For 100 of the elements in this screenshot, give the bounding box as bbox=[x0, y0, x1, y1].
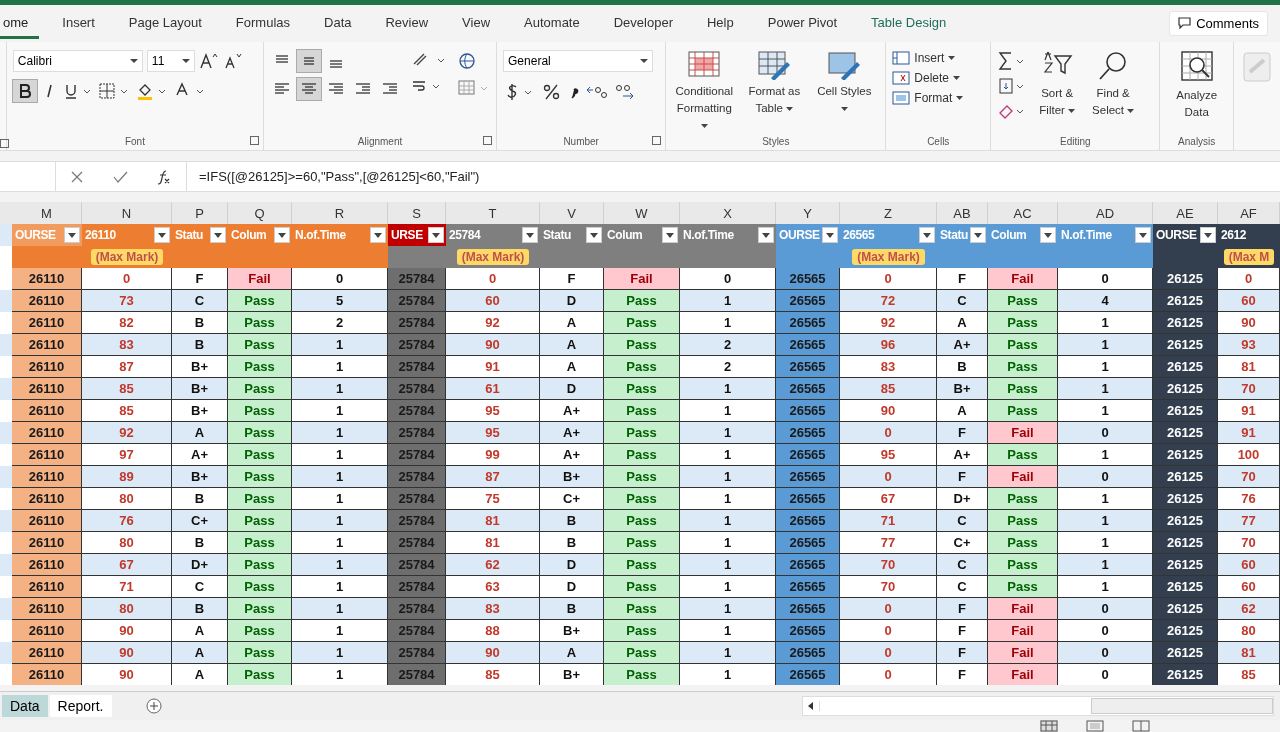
table-cell: C bbox=[937, 290, 988, 313]
editing-button[interactable]: Sort & Filter bbox=[1031, 49, 1084, 122]
table-cell: 1 bbox=[292, 356, 388, 379]
ribbon-tab[interactable]: Table Design bbox=[860, 7, 958, 40]
cells-button[interactable]: Format bbox=[892, 89, 985, 106]
styles-button[interactable]: Conditional Formatting bbox=[672, 49, 737, 134]
font-name-field[interactable]: Calibri bbox=[12, 49, 143, 72]
formula-field[interactable]: =IFS([@26125]>=60,"Pass",[@26125]<60,"Fail") bbox=[187, 169, 480, 184]
column-letter[interactable]: R bbox=[292, 202, 388, 225]
column-letter[interactable]: W bbox=[604, 202, 680, 225]
ribbon-tab[interactable]: Page Layout bbox=[117, 7, 213, 40]
table-cell: 26565 bbox=[776, 334, 840, 357]
column-letter[interactable]: Q bbox=[228, 202, 292, 225]
editing-button[interactable]: Find & Select bbox=[1087, 49, 1140, 122]
ribbon-tab[interactable]: Insert bbox=[51, 7, 106, 40]
column-letter[interactable]: M bbox=[12, 202, 82, 225]
table-cell: 88 bbox=[446, 620, 540, 643]
result-cell: Pass bbox=[228, 554, 292, 577]
sheet-tab[interactable]: Report. bbox=[49, 695, 112, 717]
table-cell: C+ bbox=[937, 532, 988, 555]
table-cell: F bbox=[937, 642, 988, 665]
ribbon-tab[interactable]: ome bbox=[0, 7, 40, 40]
table-cell: B bbox=[172, 488, 228, 511]
ribbon-tab[interactable]: Formulas bbox=[224, 7, 301, 40]
ribbon-tab[interactable]: Data bbox=[313, 7, 363, 40]
table-cell: 26110 bbox=[12, 334, 82, 357]
table-cell: 62 bbox=[446, 554, 540, 577]
table-cell: B+ bbox=[540, 466, 604, 489]
column-letter[interactable]: T bbox=[446, 202, 540, 225]
table-cell: 70 bbox=[1218, 466, 1280, 489]
ribbon-tab[interactable]: Power Pivot bbox=[756, 7, 849, 40]
table-cell: 83 bbox=[446, 598, 540, 621]
table-cell: 63 bbox=[446, 576, 540, 599]
table-cell: A bbox=[540, 312, 604, 335]
table-cell: 85 bbox=[82, 378, 172, 401]
table-cell: 26565 bbox=[776, 664, 840, 686]
column-letter[interactable]: AE bbox=[1153, 202, 1218, 225]
table-cell: A+ bbox=[540, 400, 604, 423]
table-cell: 92 bbox=[840, 312, 937, 335]
column-letter[interactable]: AD bbox=[1058, 202, 1153, 225]
ribbon-tab[interactable]: View bbox=[451, 7, 502, 40]
table-cell: 26125 bbox=[1153, 664, 1218, 686]
result-cell: Pass bbox=[604, 378, 680, 401]
column-letter[interactable]: AB bbox=[937, 202, 988, 225]
table-cell: 1 bbox=[1058, 488, 1153, 511]
column-letter[interactable]: AF bbox=[1218, 202, 1280, 225]
cells-button[interactable]: Delete bbox=[892, 69, 985, 86]
ribbon-tab[interactable]: Help bbox=[696, 7, 745, 40]
result-cell: Pass bbox=[604, 356, 680, 379]
table-cell: 25784 bbox=[388, 620, 446, 643]
ribbon-tab[interactable]: Automate bbox=[513, 7, 591, 40]
column-letter[interactable]: P bbox=[172, 202, 228, 225]
group-label: Font bbox=[124, 135, 145, 147]
column-letter[interactable]: Y bbox=[776, 202, 840, 225]
table-cell: 77 bbox=[840, 532, 937, 555]
sheet-tab[interactable]: Data bbox=[2, 695, 48, 717]
table-cell: A bbox=[540, 334, 604, 357]
table-cell: A bbox=[172, 620, 228, 643]
table-cell: 26110 bbox=[12, 422, 82, 445]
table-cell: 90 bbox=[446, 642, 540, 665]
ribbon-tab[interactable]: Developer bbox=[602, 7, 684, 40]
number-format-field[interactable]: General bbox=[503, 49, 654, 72]
styles-button[interactable]: Format as Table bbox=[742, 49, 807, 134]
column-letter[interactable]: N bbox=[82, 202, 172, 225]
result-cell: Fail bbox=[604, 268, 680, 291]
table-cell: 60 bbox=[1218, 290, 1280, 313]
cells-button[interactable]: Insert bbox=[892, 49, 985, 66]
table-cell: 25784 bbox=[388, 532, 446, 555]
column-letter[interactable]: V bbox=[540, 202, 604, 225]
ribbon-tab[interactable]: Review bbox=[374, 7, 440, 40]
result-cell: Pass bbox=[988, 400, 1058, 423]
table-cell: 26125 bbox=[1153, 378, 1218, 401]
header-label: OURSE bbox=[1156, 228, 1197, 243]
font-size-field[interactable]: 11 bbox=[146, 49, 195, 72]
table-cell: 1 bbox=[292, 466, 388, 489]
result-cell: Pass bbox=[604, 312, 680, 335]
group-label: Alignment bbox=[357, 135, 403, 147]
table-cell: 1 bbox=[292, 378, 388, 401]
table-cell: 26110 bbox=[12, 378, 82, 401]
column-letter[interactable]: AC bbox=[988, 202, 1058, 225]
header-label: URSE bbox=[391, 228, 423, 243]
group-label: Number bbox=[563, 135, 599, 147]
column-letter[interactable]: Z bbox=[840, 202, 937, 225]
table-cell: 0 bbox=[1058, 598, 1153, 621]
analyze-data-button[interactable]: Analyze Data bbox=[1170, 49, 1223, 121]
table-cell: 0 bbox=[1058, 422, 1153, 445]
styles-button[interactable]: Cell Styles bbox=[812, 49, 877, 134]
table-cell: 90 bbox=[446, 334, 540, 357]
comments-button[interactable]: Comments bbox=[1169, 10, 1268, 36]
table-cell: 0 bbox=[840, 268, 937, 291]
table-cell: 96 bbox=[840, 334, 937, 357]
table-cell: 83 bbox=[82, 334, 172, 357]
table-cell: 1 bbox=[680, 466, 776, 489]
table-cell: 0 bbox=[1058, 466, 1153, 489]
column-letter[interactable]: S bbox=[388, 202, 446, 225]
result-cell: Pass bbox=[604, 334, 680, 357]
table-cell: 80 bbox=[1218, 620, 1280, 643]
table-cell: 26125 bbox=[1153, 620, 1218, 643]
column-letter[interactable]: X bbox=[680, 202, 776, 225]
table-cell: 97 bbox=[82, 444, 172, 467]
